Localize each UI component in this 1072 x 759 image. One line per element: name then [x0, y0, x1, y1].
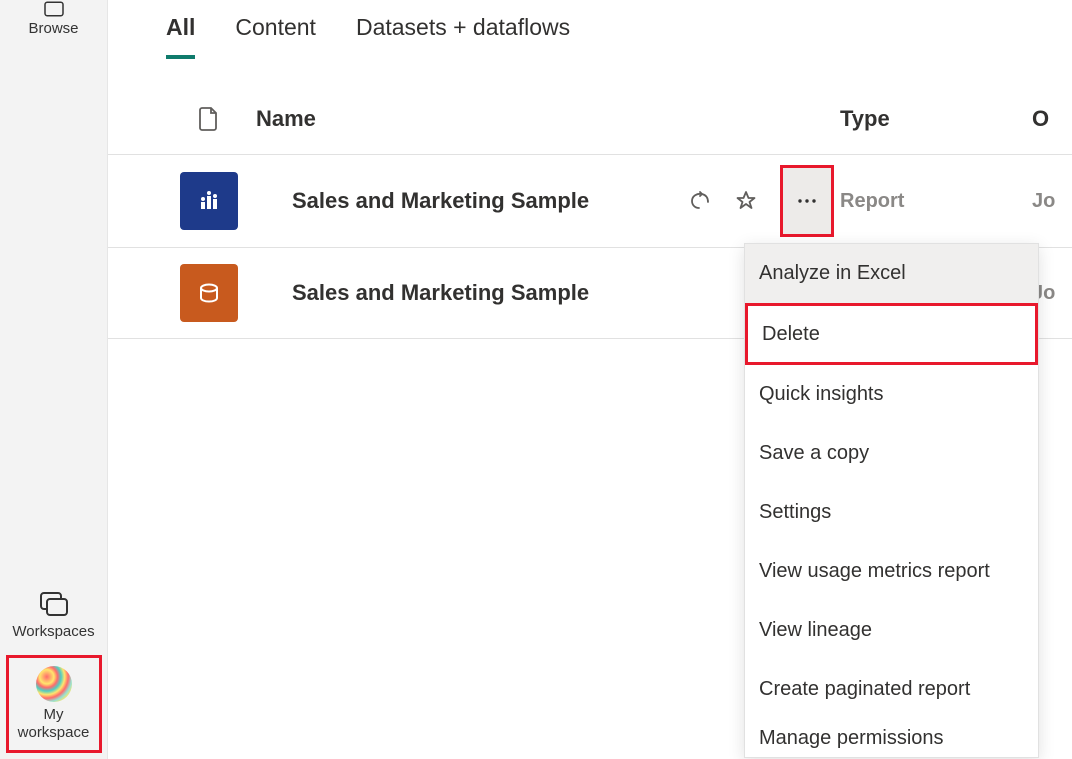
tabs: All Content Datasets + dataflows [108, 0, 1072, 60]
sidebar-item-browse[interactable]: Browse [0, 0, 107, 52]
menu-item-manage-permissions[interactable]: Manage permissions [745, 719, 1038, 757]
dataset-icon [180, 264, 238, 322]
browse-icon [37, 0, 71, 18]
col-icon-header [162, 106, 256, 132]
menu-item-analyze-excel[interactable]: Analyze in Excel [745, 244, 1038, 303]
tab-datasets-dataflows[interactable]: Datasets + dataflows [356, 14, 570, 59]
table-header: Name Type O [108, 60, 1072, 155]
tab-all[interactable]: All [166, 14, 195, 59]
row-name[interactable]: Sales and Marketing Sample [256, 280, 660, 306]
row-icon-wrap [162, 264, 256, 322]
menu-item-view-lineage[interactable]: View lineage [745, 601, 1038, 660]
document-icon [198, 106, 220, 132]
menu-item-delete[interactable]: Delete [745, 303, 1038, 365]
sidebar: Browse Workspaces My workspace [0, 0, 108, 759]
report-icon [180, 172, 238, 230]
workspaces-icon [37, 587, 71, 621]
col-type-header[interactable]: Type [840, 106, 1032, 132]
table-row[interactable]: Sales and Marketing Sample [108, 155, 1072, 248]
row-name[interactable]: Sales and Marketing Sample [256, 188, 660, 214]
row-actions [660, 165, 840, 237]
col-name-header[interactable]: Name [256, 106, 660, 132]
menu-item-usage-metrics[interactable]: View usage metrics report [745, 542, 1038, 601]
browse-label: Browse [28, 20, 78, 38]
sidebar-top: Browse [0, 0, 107, 52]
sidebar-item-workspaces[interactable]: Workspaces [0, 579, 107, 655]
sidebar-bottom: Workspaces My workspace [0, 579, 107, 759]
context-menu: Analyze in Excel Delete Quick insights S… [744, 243, 1039, 758]
menu-item-quick-insights[interactable]: Quick insights [745, 365, 1038, 424]
tab-content[interactable]: Content [235, 14, 316, 59]
menu-item-settings[interactable]: Settings [745, 483, 1038, 542]
menu-item-save-copy[interactable]: Save a copy [745, 424, 1038, 483]
my-workspace-label: My workspace [18, 706, 90, 742]
workspaces-label: Workspaces [12, 623, 94, 641]
more-options-button[interactable] [780, 165, 834, 237]
avatar-icon [36, 666, 72, 702]
row-icon-wrap [162, 172, 256, 230]
star-icon[interactable] [734, 189, 758, 213]
row-type: Report [840, 190, 1032, 213]
menu-item-paginated-report[interactable]: Create paginated report [745, 660, 1038, 719]
sidebar-item-my-workspace[interactable]: My workspace [6, 655, 102, 753]
row-last: Jo [1032, 190, 1072, 213]
ellipsis-icon [797, 198, 817, 204]
share-icon[interactable] [688, 189, 712, 213]
col-last-header[interactable]: O [1032, 106, 1072, 132]
